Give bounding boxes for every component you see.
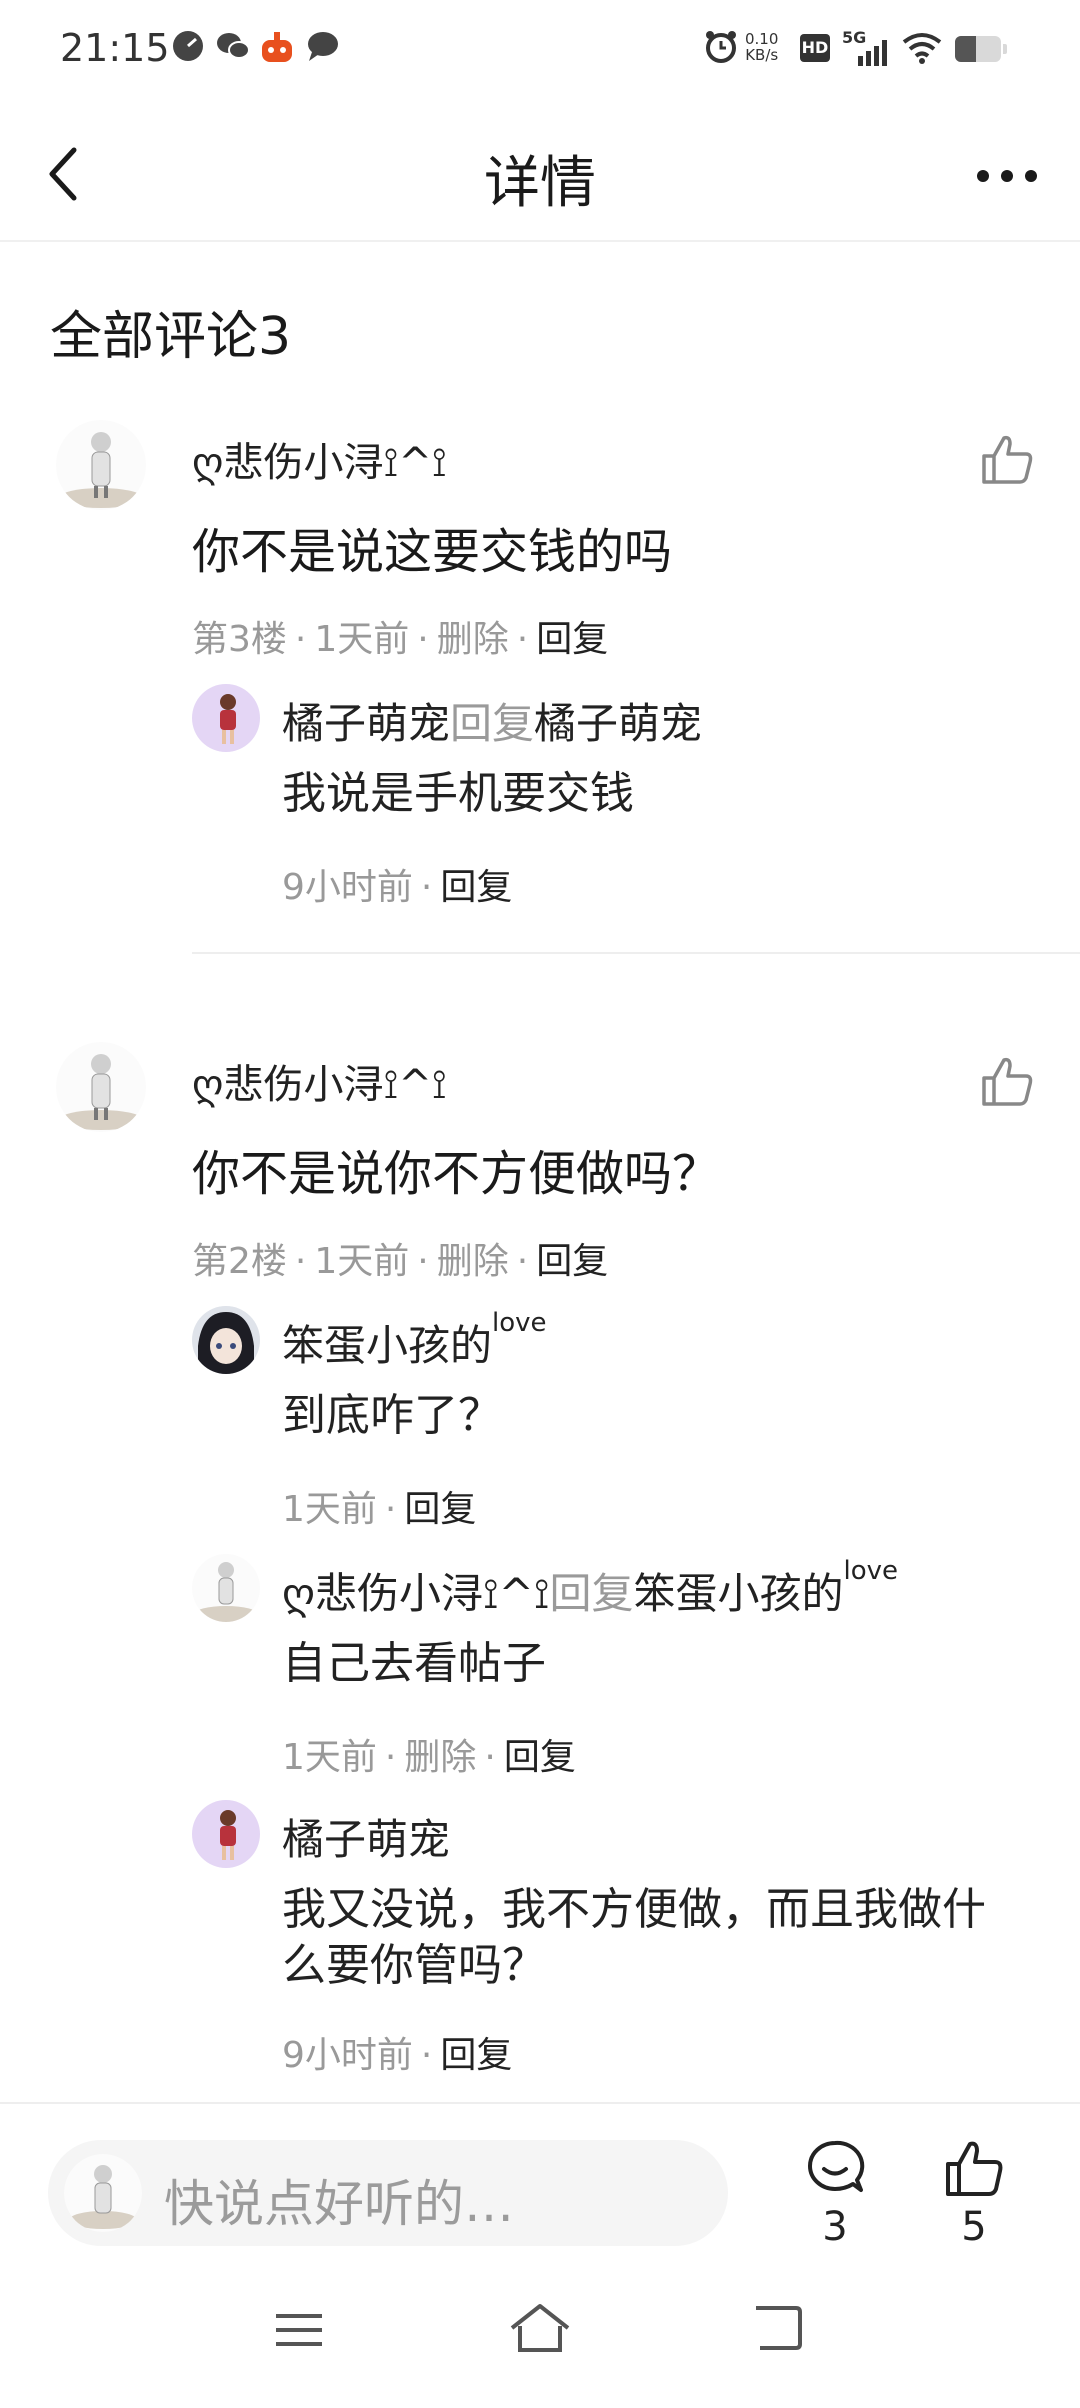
comment-meta: 第2楼 · 1天前 · 删除 · 回复 bbox=[192, 1241, 609, 1282]
back-nav-icon[interactable] bbox=[752, 2304, 804, 2352]
comment-time: 1天前 bbox=[314, 619, 410, 660]
comment-count: 3 bbox=[822, 2204, 848, 2250]
comment-divider bbox=[192, 952, 1080, 954]
reply-time: 1天前 bbox=[282, 1489, 377, 1530]
reply-word: 回复 bbox=[549, 1569, 634, 1618]
reply-author-suffix: love bbox=[492, 1308, 547, 1338]
wechat-icon bbox=[217, 33, 250, 59]
page-title: 详情 bbox=[484, 151, 596, 216]
reply-word: 回复 bbox=[450, 699, 535, 748]
comment-floor: 第3楼 bbox=[192, 619, 287, 660]
comment-floor: 第2楼 bbox=[192, 1241, 287, 1282]
alarm-icon bbox=[706, 31, 736, 63]
reply-avatar[interactable] bbox=[192, 1554, 260, 1622]
reply-button[interactable]: 回复 bbox=[536, 1241, 608, 1282]
net-speed: 0.10 KB/s bbox=[745, 31, 778, 63]
reply-meta: 1天前 · 回复 bbox=[282, 1489, 477, 1530]
reply-avatar[interactable] bbox=[192, 1306, 260, 1374]
reply-author[interactable]: 笨蛋小孩的 bbox=[282, 1321, 492, 1370]
comment-username[interactable]: ღ悲伤小浔⟟^⟟ bbox=[192, 1052, 447, 1110]
reply-target[interactable]: 笨蛋小孩的 bbox=[633, 1569, 843, 1618]
reply-header: 橘子萌宠回复橘子萌宠 bbox=[282, 690, 702, 751]
reply-author[interactable]: 橘子萌宠 bbox=[282, 699, 450, 748]
reply-author[interactable]: ღ悲伤小浔⟟^⟟ bbox=[282, 1569, 549, 1618]
comment-input-placeholder: 快说点好听的… bbox=[164, 2175, 514, 2233]
app-notification-icon bbox=[262, 32, 292, 62]
reply-text: 我说是手机要交钱 bbox=[282, 768, 634, 819]
comment-meta: 第3楼 · 1天前 · 删除 · 回复 bbox=[192, 619, 609, 660]
delete-button[interactable]: 删除 bbox=[404, 1737, 476, 1778]
system-nav-bar bbox=[0, 2272, 1080, 2408]
reply-time: 1天前 bbox=[282, 1737, 377, 1778]
user-avatar[interactable] bbox=[56, 420, 146, 510]
reply-meta: 9小时前 · 回复 bbox=[282, 867, 513, 908]
reply-header: 笨蛋小孩的love bbox=[282, 1308, 547, 1373]
like-icon[interactable] bbox=[980, 1054, 1034, 1108]
battery-level bbox=[955, 36, 976, 62]
reply-time: 9小时前 bbox=[282, 2035, 413, 2076]
comment-icon[interactable] bbox=[805, 2138, 865, 2198]
reply-avatar[interactable] bbox=[192, 684, 260, 752]
user-avatar[interactable] bbox=[56, 1042, 146, 1132]
battery-icon bbox=[955, 36, 1007, 62]
net-speed-unit: KB/s bbox=[745, 46, 779, 64]
delete-button[interactable]: 删除 bbox=[437, 1241, 509, 1282]
wifi-icon bbox=[902, 33, 942, 64]
menu-icon[interactable] bbox=[274, 2310, 324, 2350]
speedometer-icon bbox=[173, 31, 203, 61]
reply-button[interactable]: 回复 bbox=[536, 619, 608, 660]
comment-username[interactable]: ღ悲伤小浔⟟^⟟ bbox=[192, 430, 447, 488]
reply-meta: 9小时前 · 回复 bbox=[282, 2035, 513, 2076]
reply-time: 9小时前 bbox=[282, 867, 413, 908]
reply-button[interactable]: 回复 bbox=[404, 1489, 476, 1530]
comment-text: 你不是说这要交钱的吗 bbox=[192, 524, 673, 580]
like-count: 5 bbox=[961, 2204, 987, 2250]
comment-text: 你不是说你不方便做吗？ bbox=[192, 1146, 721, 1202]
status-bar: 21:15 0.10 KB/s HD 5G bbox=[0, 0, 1080, 100]
comment-time: 1天前 bbox=[314, 1241, 410, 1282]
reply-text: 我又没说，我不方便做，而且我做什么要你管吗？ bbox=[282, 1884, 986, 1991]
reply-avatar[interactable] bbox=[192, 1800, 260, 1868]
net-speed-value: 0.10 bbox=[745, 30, 779, 48]
battery-tip bbox=[1003, 44, 1007, 54]
reply-author[interactable]: 橘子萌宠 bbox=[282, 1815, 450, 1864]
comments-count-title: 全部评论3 bbox=[50, 307, 292, 367]
reply-header: 橘子萌宠 bbox=[282, 1806, 450, 1867]
delete-button[interactable]: 删除 bbox=[437, 619, 509, 660]
message-icon bbox=[308, 32, 338, 61]
bottom-action-bar: 快说点好听的… 3 5 bbox=[0, 2102, 1080, 2274]
my-avatar bbox=[64, 2154, 142, 2232]
reply-button[interactable]: 回复 bbox=[440, 867, 512, 908]
like-icon[interactable] bbox=[944, 2138, 1004, 2198]
reply-target-suffix: love bbox=[843, 1556, 899, 1586]
top-nav-bar: 详情 bbox=[0, 110, 1080, 242]
more-options-icon[interactable] bbox=[975, 168, 1039, 184]
reply-meta: 1天前 · 删除 · 回复 bbox=[282, 1737, 576, 1778]
comment-input[interactable]: 快说点好听的… bbox=[48, 2140, 728, 2246]
signal-icon bbox=[858, 40, 887, 66]
reply-text: 到底咋了？ bbox=[282, 1390, 502, 1441]
reply-button[interactable]: 回复 bbox=[504, 1737, 576, 1778]
reply-target[interactable]: 橘子萌宠 bbox=[534, 699, 702, 748]
reply-header: ღ悲伤小浔⟟^⟟回复笨蛋小孩的love bbox=[282, 1556, 898, 1621]
like-icon[interactable] bbox=[980, 432, 1034, 486]
hd-badge: HD bbox=[800, 34, 830, 62]
reply-text: 自己去看帖子 bbox=[282, 1638, 546, 1689]
reply-button[interactable]: 回复 bbox=[440, 2035, 512, 2076]
status-time: 21:15 bbox=[60, 26, 170, 70]
home-icon[interactable] bbox=[508, 2302, 572, 2354]
